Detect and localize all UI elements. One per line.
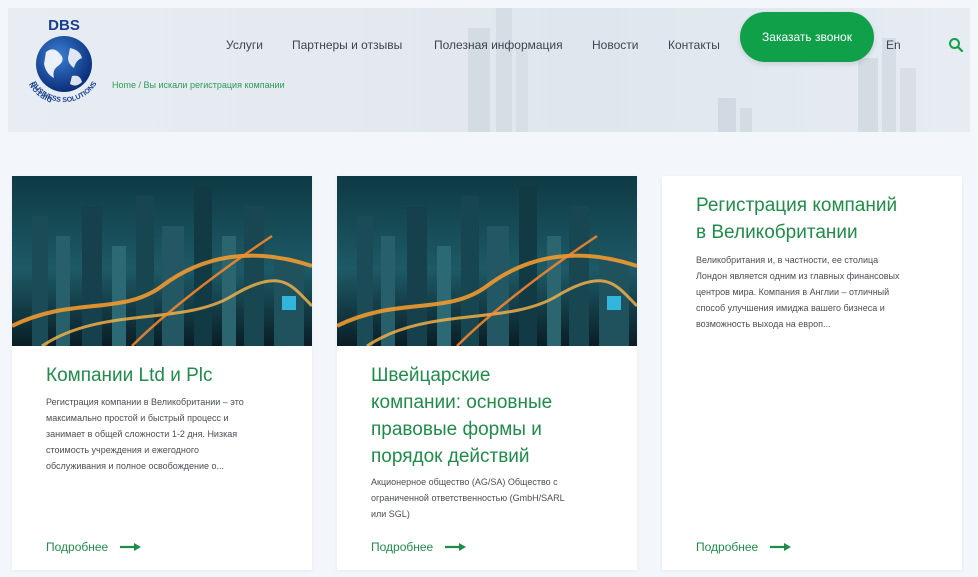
nav-item-contacts[interactable]: Контакты [668, 38, 720, 52]
nav-item-partners-reviews[interactable]: Партнеры и отзывы [292, 38, 402, 52]
nav-item-news[interactable]: Новости [592, 38, 638, 52]
card-excerpt: Великобритания и, в частности, ее столиц… [696, 255, 900, 329]
search-icon[interactable] [948, 37, 964, 53]
language-switch[interactable]: En [886, 38, 901, 52]
site-header: DBS BUSINESS SOLUTIONS DIPTON Услуги Пар… [8, 8, 970, 132]
card-title[interactable]: Швейцарские компании: основные правовые … [371, 362, 621, 470]
card-excerpt: Регистрация компании в Великобритании – … [46, 397, 244, 471]
article-card-ltd-plc: Компании Ltd и Plc Регистрация компании … [12, 176, 312, 570]
breadcrumb-separator: / [136, 80, 144, 90]
read-more-link[interactable]: Подробнее [371, 540, 467, 554]
nav-item-services[interactable]: Услуги [226, 38, 263, 52]
breadcrumb-current: Вы искали регистрация компании [143, 80, 285, 90]
arrow-right-icon [120, 543, 142, 551]
nav-item-useful-info[interactable]: Полезная информация [434, 38, 563, 52]
article-card-swiss-companies: Швейцарские компании: основные правовые … [337, 176, 637, 570]
city-night-image[interactable] [337, 176, 637, 346]
city-skyline-background [468, 8, 916, 132]
card-title[interactable]: Компании Ltd и Plc [46, 362, 296, 389]
card-excerpt: Акционерное общество (AG/SA) Общество с … [371, 477, 565, 519]
arrow-right-icon [770, 543, 792, 551]
dbs-logo[interactable]: DBS BUSINESS SOLUTIONS DIPTON [14, 12, 114, 112]
read-more-link[interactable]: Подробнее [46, 540, 142, 554]
card-title[interactable]: Регистрация компаний в Великобритании [696, 192, 956, 246]
arrow-right-icon [445, 543, 467, 551]
city-night-image[interactable] [12, 176, 312, 346]
breadcrumb: Home / Вы искали регистрация компании [112, 80, 285, 90]
article-card-uk-registration: Регистрация компаний в Великобритании Ве… [662, 176, 962, 570]
order-call-button[interactable]: Заказать звонок [740, 12, 874, 62]
breadcrumb-home-link[interactable]: Home [112, 80, 136, 90]
read-more-link[interactable]: Подробнее [696, 540, 792, 554]
